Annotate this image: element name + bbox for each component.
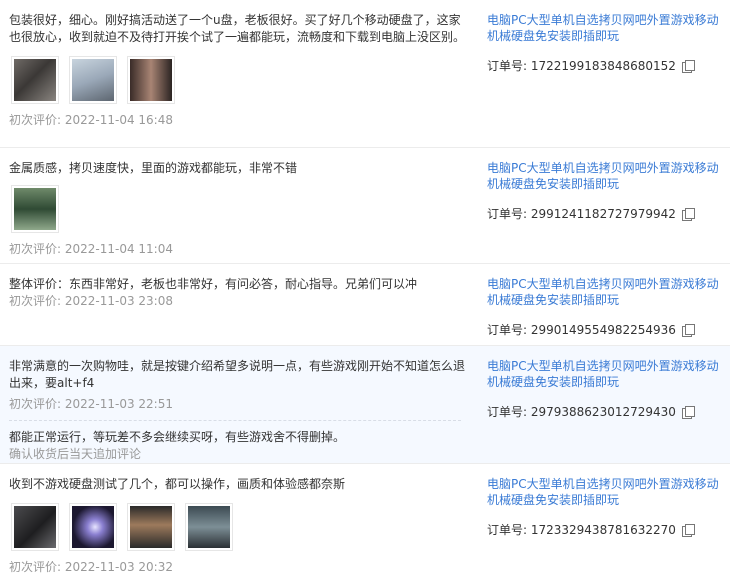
order-number-row: 订单号: 2979388623012729430 [487,403,727,420]
copy-icon[interactable] [681,523,695,537]
review-photo[interactable] [127,503,175,551]
review-row: 包装很好，细心。刚好搞活动送了一个u盘，老板很好。买了好几个移动硬盘了，这家也很… [0,0,730,148]
review-time: 初次评价: 2022-11-03 20:32 [9,560,173,574]
order-info: 电脑PC大型单机自选拷贝网吧外置游戏移动机械硬盘免安装即插即玩 订单号: 299… [487,160,727,222]
review-row: 非常满意的一次购物哇，就是按键介绍希望多说明一点，有些游戏刚开始不知道怎么退出来… [0,346,730,464]
review-row: 金属质感，拷贝速度快，里面的游戏都能玩，非常不错 初次评价: 2022-11-0… [0,148,730,264]
review-photo[interactable] [127,56,175,104]
review-photos [11,56,471,104]
review-list: 包装很好，细心。刚好搞活动送了一个u盘，老板很好。买了好几个移动硬盘了，这家也很… [0,0,730,580]
review-text: 包装很好，细心。刚好搞活动送了一个u盘，老板很好。买了好几个移动硬盘了，这家也很… [9,13,466,44]
review-time: 初次评价: 2022-11-04 11:04 [9,242,173,256]
product-link[interactable]: 电脑PC大型单机自选拷贝网吧外置游戏移动机械硬盘免安装即插即玩 [487,12,727,44]
copy-icon[interactable] [681,59,695,73]
order-info: 电脑PC大型单机自选拷贝网吧外置游戏移动机械硬盘免安装即插即玩 订单号: 172… [487,476,727,538]
copy-icon[interactable] [681,405,695,419]
additional-review-meta: 确认收货后当天追加评论 [9,447,142,461]
review-time: 初次评价: 2022-11-04 16:48 [9,113,173,127]
order-info: 电脑PC大型单机自选拷贝网吧外置游戏移动机械硬盘免安装即插即玩 订单号: 297… [487,358,727,420]
product-link[interactable]: 电脑PC大型单机自选拷贝网吧外置游戏移动机械硬盘免安装即插即玩 [487,358,727,390]
copy-icon[interactable] [681,207,695,221]
review-divider [9,420,461,421]
review-content: 金属质感，拷贝速度快，里面的游戏都能玩，非常不错 初次评价: 2022-11-0… [9,160,471,257]
product-link[interactable]: 电脑PC大型单机自选拷贝网吧外置游戏移动机械硬盘免安装即插即玩 [487,160,727,192]
order-number-row: 订单号: 2991241182727979942 [487,205,727,222]
order-number: 订单号: 2991241182727979942 [487,207,676,221]
review-photo[interactable] [11,56,59,104]
review-photo[interactable] [69,503,117,551]
order-number-row: 订单号: 1723329438781632270 [487,521,727,538]
order-number-row: 订单号: 1722199183848680152 [487,57,727,74]
review-time: 初次评价: 2022-11-03 22:51 [9,397,173,411]
review-text: 收到不游戏硬盘测试了几个，都可以操作，画质和体验感都奈斯 [9,477,346,491]
review-content: 包装很好，细心。刚好搞活动送了一个u盘，老板很好。买了好几个移动硬盘了，这家也很… [9,12,471,128]
review-content: 非常满意的一次购物哇，就是按键介绍希望多说明一点，有些游戏刚开始不知道怎么退出来… [9,358,471,462]
review-text: 金属质感，拷贝速度快，里面的游戏都能玩，非常不错 [9,161,298,175]
review-content: 收到不游戏硬盘测试了几个，都可以操作，画质和体验感都奈斯 初次评价: 2022-… [9,476,471,575]
review-row: 整体评价：东西非常好，老板也非常好，有问必答，耐心指导。兄弟们可以冲 初次评价:… [0,264,730,346]
additional-review-text: 都能正常运行，等玩差不多会继续买呀，有些游戏舍不得删掉。 [9,430,346,444]
review-photo[interactable] [185,503,233,551]
review-photo[interactable] [11,185,59,233]
product-link[interactable]: 电脑PC大型单机自选拷贝网吧外置游戏移动机械硬盘免安装即插即玩 [487,476,727,508]
order-number: 订单号: 1723329438781632270 [487,523,676,537]
review-photo[interactable] [11,503,59,551]
review-photos [11,185,471,233]
order-number: 订单号: 2990149554982254936 [487,323,676,337]
review-time: 初次评价: 2022-11-03 23:08 [9,294,173,308]
order-info: 电脑PC大型单机自选拷贝网吧外置游戏移动机械硬盘免安装即插即玩 订单号: 299… [487,276,727,338]
order-number: 订单号: 1722199183848680152 [487,59,676,73]
copy-icon[interactable] [681,323,695,337]
order-info: 电脑PC大型单机自选拷贝网吧外置游戏移动机械硬盘免安装即插即玩 订单号: 172… [487,12,727,74]
review-photos [11,503,471,551]
review-text: 非常满意的一次购物哇，就是按键介绍希望多说明一点，有些游戏刚开始不知道怎么退出来… [9,359,466,390]
review-row: 收到不游戏硬盘测试了几个，都可以操作，画质和体验感都奈斯 初次评价: 2022-… [0,464,730,580]
review-photo[interactable] [69,56,117,104]
review-content: 整体评价：东西非常好，老板也非常好，有问必答，耐心指导。兄弟们可以冲 初次评价:… [9,276,471,309]
order-number-row: 订单号: 2990149554982254936 [487,321,727,338]
product-link[interactable]: 电脑PC大型单机自选拷贝网吧外置游戏移动机械硬盘免安装即插即玩 [487,276,727,308]
review-text: 整体评价：东西非常好，老板也非常好，有问必答，耐心指导。兄弟们可以冲 [9,277,418,291]
order-number: 订单号: 2979388623012729430 [487,405,676,419]
